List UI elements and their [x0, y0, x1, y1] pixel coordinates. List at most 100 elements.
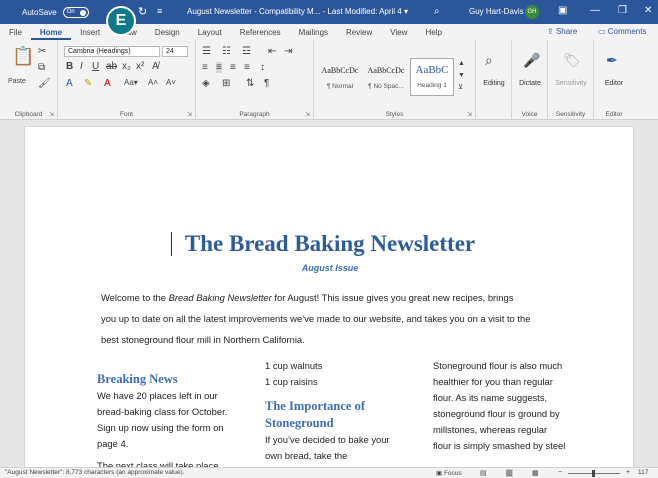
tab-insert[interactable]: Insert: [71, 28, 109, 40]
zoom-level[interactable]: 117: [638, 469, 648, 476]
shrink-font-icon[interactable]: A˅: [166, 78, 176, 87]
underline-icon[interactable]: U: [92, 61, 99, 72]
document-subtitle[interactable]: August Issue: [25, 263, 633, 273]
copy-icon[interactable]: ⧉: [38, 62, 45, 73]
decrease-indent-icon[interactable]: ⇤: [268, 46, 276, 57]
share-icon: ⇪: [547, 27, 556, 36]
user-name[interactable]: Guy Hart-Davis: [469, 7, 524, 16]
column-3-paragraph-1: Stoneground flour is also much healthier…: [433, 360, 566, 451]
zoom-slider-handle[interactable]: [592, 470, 595, 477]
close-button[interactable]: ✕: [644, 5, 652, 16]
superscript-icon[interactable]: x²: [136, 61, 144, 72]
font-name-select[interactable]: Cambria (Headings): [64, 46, 160, 57]
comments-button[interactable]: ▭ Comments: [598, 27, 646, 36]
text-cursor: [171, 232, 172, 256]
font-launcher-icon[interactable]: ⇲: [187, 111, 192, 118]
paragraph-group: ☰ ☷ ☲ ⇤ ⇥ ≡ ≡ ≡ ≡ ↕ ◈ ⊞ ⇅ ¶ Paragraph ⇲: [196, 40, 314, 120]
style-name: ¶ Normal: [326, 83, 354, 90]
styles-scroll-icon[interactable]: ▲ ▼ ⊻: [458, 58, 465, 94]
tab-view[interactable]: View: [381, 28, 416, 40]
web-layout-icon[interactable]: ▦: [532, 469, 539, 477]
editing-group: ⌕ Editing: [476, 40, 512, 120]
search-icon[interactable]: ⌕: [434, 6, 440, 17]
borders-icon[interactable]: ⊞: [222, 78, 230, 89]
multilevel-list-icon[interactable]: ☲: [242, 46, 251, 57]
shading-icon[interactable]: ◈: [202, 78, 210, 89]
zoom-out-button[interactable]: −: [558, 469, 562, 476]
focus-icon: ▣: [436, 470, 444, 477]
tab-design[interactable]: Design: [146, 28, 189, 40]
tab-references[interactable]: References: [231, 28, 290, 40]
italic-icon[interactable]: I: [80, 61, 83, 72]
zoom-in-button[interactable]: +: [626, 469, 630, 476]
print-layout-icon[interactable]: ▥: [506, 469, 513, 477]
style-no-spacing[interactable]: AaBbCcDc ¶ No Spac...: [364, 58, 408, 96]
editing-button[interactable]: Editing: [478, 80, 510, 87]
style-heading-1[interactable]: AaBbC Heading 1: [410, 58, 454, 96]
tab-mailings[interactable]: Mailings: [290, 28, 337, 40]
column-3[interactable]: Stoneground flour is also much healthier…: [433, 358, 567, 454]
microphone-icon[interactable]: 🎤: [523, 52, 540, 69]
column-1[interactable]: Breaking News We have 20 places left in …: [97, 371, 237, 470]
focus-button[interactable]: ▣ Focus: [436, 469, 462, 477]
align-center-icon[interactable]: ≡: [216, 62, 222, 73]
sensitivity-group: 🏷 Sensitivity Sensitivity: [548, 40, 594, 120]
paragraph-launcher-icon[interactable]: ⇲: [305, 111, 310, 118]
strikethrough-icon[interactable]: ab: [106, 61, 117, 72]
style-normal[interactable]: AaBbCcDc ¶ Normal: [318, 58, 362, 96]
show-formatting-icon[interactable]: ¶: [264, 78, 269, 89]
customize-quick-access-icon[interactable]: ≡: [157, 6, 162, 16]
minimize-button[interactable]: —: [590, 5, 600, 16]
cut-icon[interactable]: ✂: [38, 46, 46, 57]
status-bar: "August Newsletter": 8,773 characters (a…: [0, 467, 658, 478]
sort-icon[interactable]: ⇅: [246, 78, 254, 89]
align-left-icon[interactable]: ≡: [202, 62, 208, 73]
word-count-status[interactable]: "August Newsletter": 8,773 characters (a…: [5, 469, 184, 476]
paste-label[interactable]: Paste: [8, 78, 26, 85]
font-color-icon[interactable]: A: [104, 78, 111, 89]
tab-layout[interactable]: Layout: [189, 28, 231, 40]
avatar[interactable]: GH: [525, 5, 539, 19]
highlight-icon[interactable]: ✎: [84, 78, 92, 89]
numbering-icon[interactable]: ☷: [222, 46, 231, 57]
column-2[interactable]: 1 cup walnuts 1 cup raisins The Importan…: [265, 358, 405, 464]
intro-italic-text: Bread Baking Newsletter: [168, 292, 272, 303]
text-effects-icon[interactable]: A: [66, 78, 73, 89]
read-mode-icon[interactable]: ▤: [480, 469, 487, 477]
grow-font-icon[interactable]: A˄: [148, 78, 158, 87]
tab-file[interactable]: File: [0, 28, 31, 40]
align-right-icon[interactable]: ≡: [230, 62, 236, 73]
styles-launcher-icon[interactable]: ⇲: [467, 111, 472, 118]
find-icon[interactable]: ⌕: [485, 52, 493, 69]
font-size-select[interactable]: 24: [162, 46, 188, 57]
autosave-toggle[interactable]: On: [62, 6, 89, 18]
redo-icon[interactable]: ↻: [138, 5, 147, 18]
document-title[interactable]: August Newsletter - Compatibility M... -…: [187, 7, 408, 16]
tab-home[interactable]: Home: [30, 28, 72, 40]
dictate-button[interactable]: Dictate: [514, 80, 546, 87]
editor-group: ✒ Editor Editor: [594, 40, 634, 120]
paste-icon[interactable]: 📋: [12, 46, 34, 67]
restore-button[interactable]: ❐: [618, 5, 627, 16]
change-case-icon[interactable]: Aa▾: [124, 78, 138, 87]
bold-icon[interactable]: B: [66, 61, 73, 72]
increase-indent-icon[interactable]: ⇥: [284, 46, 292, 57]
editor-pen-icon[interactable]: ✒: [606, 52, 618, 69]
tab-review[interactable]: Review: [337, 28, 381, 40]
share-button[interactable]: ⇪ Share: [547, 27, 577, 36]
tab-help[interactable]: Help: [416, 28, 450, 40]
clipboard-launcher-icon[interactable]: ⇲: [49, 111, 54, 118]
ribbon-display-options-icon[interactable]: ▣: [558, 5, 567, 16]
editor-button[interactable]: Editor: [596, 80, 632, 87]
clipboard-group: 📋 Paste ✂ ⧉ 🖌 Clipboard ⇲: [0, 40, 58, 120]
clear-formatting-icon[interactable]: A̸: [152, 61, 159, 72]
document-page[interactable]: The Bread Baking Newsletter August Issue…: [24, 126, 634, 471]
justify-icon[interactable]: ≡: [244, 62, 250, 73]
subscript-icon[interactable]: x₂: [122, 61, 131, 72]
share-label: Share: [555, 27, 578, 36]
line-spacing-icon[interactable]: ↕: [260, 62, 265, 73]
format-painter-icon[interactable]: 🖌: [38, 78, 51, 89]
document-heading[interactable]: The Bread Baking Newsletter: [25, 231, 633, 257]
bullets-icon[interactable]: ☰: [202, 46, 211, 57]
intro-paragraph[interactable]: Welcome to the Bread Baking Newsletter f…: [101, 287, 531, 350]
